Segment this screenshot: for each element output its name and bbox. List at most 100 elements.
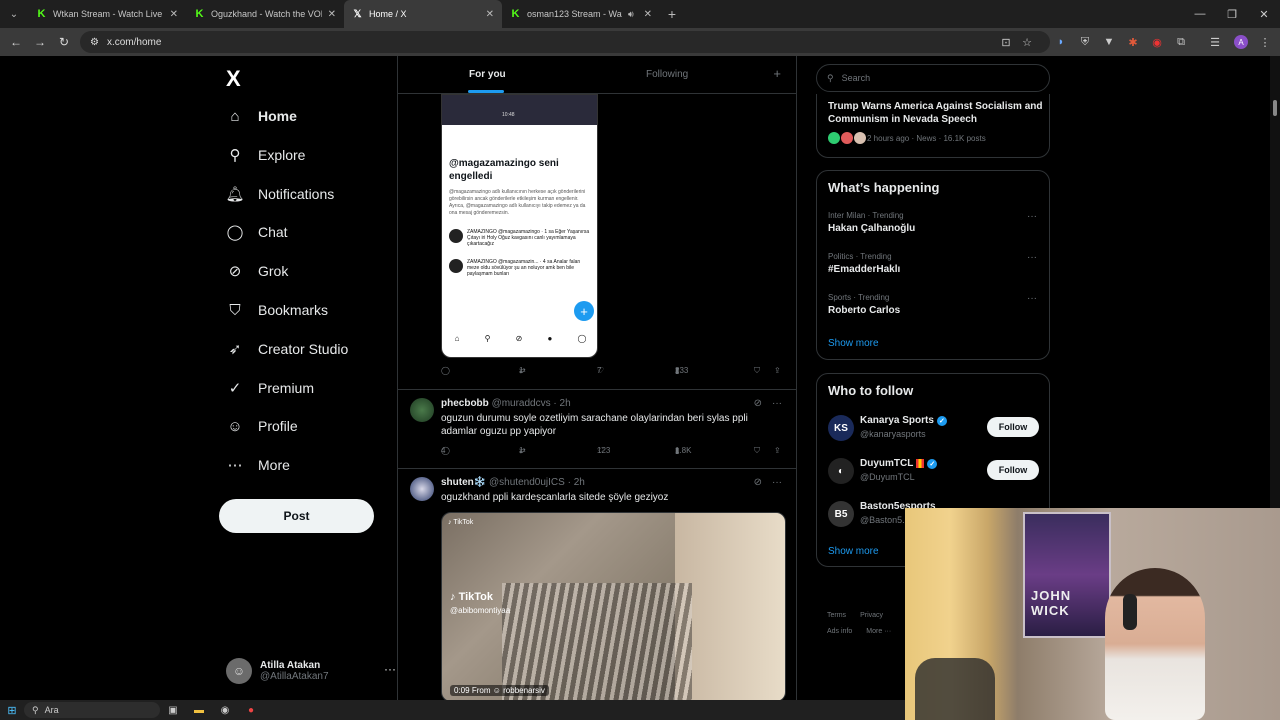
sidebar-item-more[interactable]: ⋯ More xyxy=(226,450,290,480)
puzzle-extensions-icon[interactable]: ⧉ xyxy=(1170,28,1192,56)
reload-icon[interactable]: ↻ xyxy=(52,35,76,49)
author-name[interactable]: shuten❄️ xyxy=(441,477,486,488)
author-handle[interactable]: @shutend0ujICS xyxy=(489,477,565,488)
x-logo-icon[interactable]: X xyxy=(226,66,241,92)
close-icon[interactable]: ✕ xyxy=(170,9,178,20)
news-card[interactable]: Trump Warns America Against Socialism an… xyxy=(816,94,1050,158)
footer-link[interactable]: Ads info xyxy=(827,628,852,635)
card-title: Who to follow xyxy=(828,383,914,398)
sidebar-item-grok[interactable]: ⊘ Grok xyxy=(226,256,289,286)
profile-avatar-icon[interactable]: A xyxy=(1230,28,1252,56)
compose-fab-icon: + xyxy=(574,301,594,321)
grok-icon[interactable]: ⊘ xyxy=(754,398,762,409)
address-bar[interactable]: ⚙︎ x.com/home xyxy=(80,31,1050,53)
taskbar-search[interactable]: ⚲ Ara xyxy=(24,702,160,718)
new-tab-button[interactable]: + xyxy=(660,6,684,22)
news-headline[interactable]: Trump Warns America Against Socialism an… xyxy=(828,100,1043,126)
trend-name[interactable]: Hakan Çalhanoğlu xyxy=(828,223,915,234)
avatar[interactable] xyxy=(410,398,434,422)
trend-name[interactable]: Roberto Carlos xyxy=(828,305,900,316)
show-more-link[interactable]: Show more xyxy=(828,338,879,349)
tweet-video[interactable]: ♪ TikTok ♪ TikTok @abibomontiyaa 0:09 Fr… xyxy=(441,512,786,700)
account-switcher[interactable]: ☺ Atilla Atakan @AtillaAtakan7 ··· xyxy=(226,654,396,688)
sidebar-item-bookmarks[interactable]: ⛉ Bookmarks xyxy=(226,295,328,325)
grok-icon[interactable]: ⊘ xyxy=(754,477,762,488)
avatar[interactable]: B5 xyxy=(828,501,854,527)
scrollbar-thumb[interactable] xyxy=(1273,100,1277,116)
author-handle[interactable]: @muraddcvs xyxy=(492,398,551,409)
back-arrow-icon[interactable]: ← xyxy=(4,35,28,49)
restore-icon[interactable]: ❐ xyxy=(1216,0,1248,28)
more-dots-icon[interactable]: ··· xyxy=(1027,293,1037,304)
close-icon[interactable]: ✕ xyxy=(486,9,494,20)
more-dots-icon[interactable]: ··· xyxy=(384,662,396,676)
minimize-icon[interactable]: — xyxy=(1184,0,1216,28)
sidebar-item-profile[interactable]: ☺ Profile xyxy=(226,411,297,441)
task-view-icon[interactable]: ▣ xyxy=(160,705,186,716)
tweet[interactable]: shuten❄️ @shutend0ujICS · 2h ⊘ ··· oguzk… xyxy=(398,473,796,513)
sidebar-item-explore[interactable]: ⚲ Explore xyxy=(226,140,306,170)
tweet[interactable]: phecbobb @muraddcvs · 2h ⊘ ··· oguzun du… xyxy=(398,394,796,468)
app-icon[interactable]: ◉ xyxy=(212,705,238,716)
post-button[interactable]: Post xyxy=(219,499,374,533)
tweet-time[interactable]: 2h xyxy=(574,477,585,488)
close-icon[interactable]: ✕ xyxy=(644,9,652,20)
more-dots-icon[interactable]: ··· xyxy=(772,398,782,409)
tweet-time[interactable]: 2h xyxy=(560,398,571,409)
shield-extension-icon[interactable]: ⛨ xyxy=(1074,28,1096,56)
install-app-icon[interactable]: ⊡ xyxy=(995,28,1017,56)
sidebar-item-chat[interactable]: ◯ Chat xyxy=(226,217,288,247)
follow-account-name[interactable]: Kanarya Sports ✓ xyxy=(860,415,947,426)
add-list-icon[interactable]: + xyxy=(773,66,781,81)
sidebar-item-creator-studio[interactable]: ➶ Creator Studio xyxy=(226,334,349,364)
windows-start-icon[interactable]: ⊞ xyxy=(0,704,24,717)
tab-search-button[interactable]: ⌄ xyxy=(0,0,28,28)
sidebar-item-premium[interactable]: ✓ Premium xyxy=(226,373,314,403)
sidebar-item-notifications[interactable]: 🔔︎ Notifications xyxy=(225,179,334,209)
avatar xyxy=(449,259,463,273)
close-icon[interactable]: ✕ xyxy=(328,9,336,20)
follow-account-handle: @DuyumTCL xyxy=(860,472,915,482)
tab-for-you[interactable]: For you xyxy=(469,69,506,80)
star-bookmark-icon[interactable]: ☆ xyxy=(1016,28,1038,56)
forward-arrow-icon[interactable]: → xyxy=(28,35,52,49)
tab-following[interactable]: Following xyxy=(646,69,688,80)
follow-account-name[interactable]: DuyumTCL ✓ xyxy=(860,458,938,469)
extension-icon[interactable]: ▼ xyxy=(1098,28,1120,56)
browser-menu-icon[interactable]: ⋮ xyxy=(1254,28,1276,56)
browser-tab-1[interactable]: K Wtkan Stream - Watch Live on Kick ✕ xyxy=(28,0,186,28)
search-input[interactable]: ⚲ Search xyxy=(816,64,1050,92)
follow-button[interactable]: Follow xyxy=(987,417,1039,437)
page-scrollbar[interactable] xyxy=(1270,56,1280,508)
chrome-icon[interactable]: ● xyxy=(238,705,264,716)
kick-favicon-icon: K xyxy=(511,8,520,20)
avatar[interactable] xyxy=(410,477,434,501)
trend-name[interactable]: #EmadderHaklı xyxy=(828,264,900,275)
footer-link[interactable]: Terms xyxy=(827,612,846,619)
video-from-user[interactable]: robbenarsiv xyxy=(503,686,545,695)
more-dots-icon[interactable]: ··· xyxy=(1027,252,1037,263)
avatar[interactable]: KS xyxy=(828,415,854,441)
show-more-link[interactable]: Show more xyxy=(828,546,879,557)
follow-button[interactable]: Follow xyxy=(987,460,1039,480)
folder-icon[interactable]: ▬ xyxy=(186,705,212,716)
site-info-icon[interactable]: ⚙︎ xyxy=(90,37,99,48)
browser-tab-3-active[interactable]: 𝕏 Home / X ✕ xyxy=(344,0,502,28)
author-name[interactable]: phecbobb xyxy=(441,398,489,409)
extension-icon[interactable]: ◗ xyxy=(1050,28,1072,56)
image-message: ZAMAZINGO @magazamazingo · 1 sa Eğer Yaş… xyxy=(442,229,597,247)
footer-link[interactable]: More ··· xyxy=(866,628,891,635)
more-dots-icon[interactable]: ··· xyxy=(772,477,782,488)
browser-tab-4[interactable]: K osman123 Stream - Watch Live on Kick 🔊… xyxy=(502,0,660,28)
footer-link[interactable]: Privacy xyxy=(860,612,883,619)
extension-icon[interactable]: ◉ xyxy=(1146,28,1168,56)
avatar[interactable]: ◐ xyxy=(828,458,854,484)
speaker-icon[interactable]: 🔊︎ xyxy=(628,9,634,20)
extension-icon[interactable]: ✱ xyxy=(1122,28,1144,56)
post-image[interactable]: 10:48 @magazamazingo seni engelledi @mag… xyxy=(441,94,598,358)
close-window-icon[interactable]: ✕ xyxy=(1248,0,1280,28)
browser-tab-2[interactable]: K Oguzkhand - Watch the VOD on Kick ✕ xyxy=(186,0,344,28)
more-dots-icon[interactable]: ··· xyxy=(1027,211,1037,222)
sidebar-item-home[interactable]: ⌂ Home xyxy=(226,101,296,131)
reading-list-icon[interactable]: ☰ xyxy=(1204,28,1226,56)
